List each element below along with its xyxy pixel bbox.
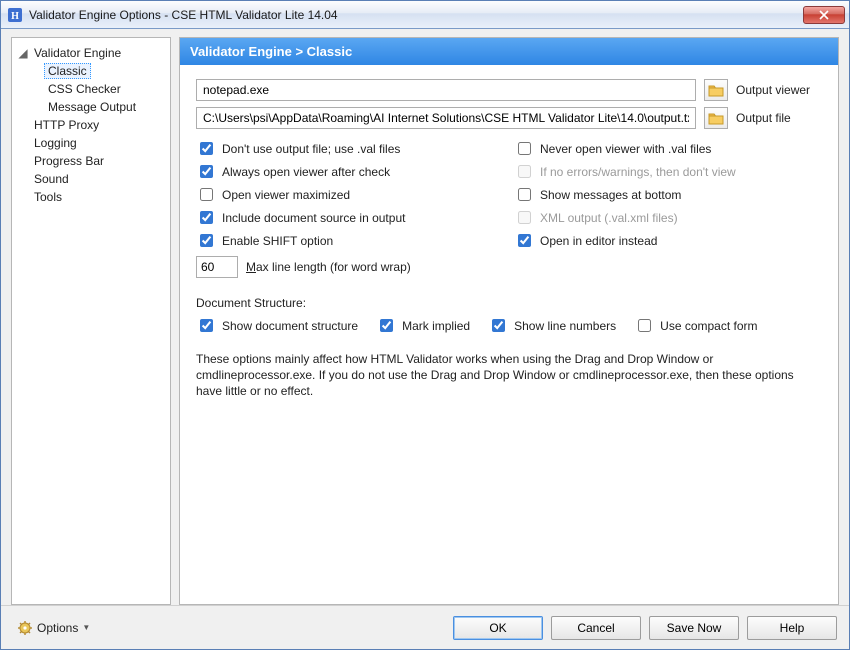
checkbox-label: Always open viewer after check: [222, 163, 390, 181]
checkbox-show-line-nums[interactable]: Show line numbers: [488, 316, 616, 335]
checkbox-if-no-errors: If no errors/warnings, then don't view: [514, 162, 822, 181]
dialog-body: ◢Validator Engine ·Classic ·CSS Checker …: [1, 29, 849, 605]
tree-item-sound[interactable]: ·Sound: [18, 170, 166, 188]
output-viewer-input[interactable]: [196, 79, 696, 101]
checkbox-label: Use compact form: [660, 317, 757, 335]
gear-icon: [17, 620, 33, 636]
checkbox-input[interactable]: [492, 319, 505, 332]
checkbox-label: Show messages at bottom: [540, 186, 681, 204]
browse-output-viewer-button[interactable]: [704, 79, 728, 101]
checkbox-input[interactable]: [200, 188, 213, 201]
checkbox-xml-output: XML output (.val.xml files): [514, 208, 822, 227]
checkbox-open-in-editor[interactable]: Open in editor instead: [514, 231, 822, 250]
checkbox-input: [518, 211, 531, 224]
svg-text:H: H: [11, 11, 19, 22]
checkbox-dont-use-output-file[interactable]: Don't use output file; use .val files: [196, 139, 504, 158]
tree-item-classic[interactable]: ·Classic: [32, 62, 166, 80]
checkbox-label: Open in editor instead: [540, 232, 657, 250]
checkbox-label: Enable SHIFT option: [222, 232, 333, 250]
checkbox-label: Open viewer maximized: [222, 186, 350, 204]
ok-button[interactable]: OK: [453, 616, 543, 640]
tree-item-tools[interactable]: ·Tools: [18, 188, 166, 206]
output-file-label: Output file: [736, 111, 822, 125]
checkbox-label: Don't use output file; use .val files: [222, 140, 400, 158]
max-line-length-label: Max line length (for word wrap): [246, 260, 411, 274]
tree-item-validator-engine[interactable]: ◢Validator Engine ·Classic ·CSS Checker …: [18, 44, 166, 116]
options-grid: Don't use output file; use .val files Nev…: [196, 139, 822, 250]
checkbox-input[interactable]: [200, 234, 213, 247]
cancel-button[interactable]: Cancel: [551, 616, 641, 640]
checkbox-label: Include document source in output: [222, 209, 405, 227]
tree-item-progress-bar[interactable]: ·Progress Bar: [18, 152, 166, 170]
output-file-input[interactable]: [196, 107, 696, 129]
output-viewer-row: Output viewer: [196, 79, 822, 101]
nav-tree: ◢Validator Engine ·Classic ·CSS Checker …: [16, 44, 166, 206]
checkbox-always-open-viewer[interactable]: Always open viewer after check: [196, 162, 504, 181]
breadcrumb: Validator Engine > Classic: [180, 38, 838, 65]
checkbox-label: Show line numbers: [514, 317, 616, 335]
checkbox-input[interactable]: [200, 142, 213, 155]
checkbox-show-doc-struct[interactable]: Show document structure: [196, 316, 358, 335]
help-button[interactable]: Help: [747, 616, 837, 640]
checkbox-label: Never open viewer with .val files: [540, 140, 711, 158]
checkbox-label: Mark implied: [402, 317, 470, 335]
options-note: These options mainly affect how HTML Val…: [196, 351, 822, 400]
checkbox-label: Show document structure: [222, 317, 358, 335]
titlebar: H Validator Engine Options - CSE HTML Va…: [1, 1, 849, 29]
checkbox-input[interactable]: [200, 211, 213, 224]
doc-structure-row: Show document structure Mark implied Show …: [196, 316, 822, 335]
tree-item-logging[interactable]: ·Logging: [18, 134, 166, 152]
checkbox-mark-implied[interactable]: Mark implied: [376, 316, 470, 335]
checkbox-input[interactable]: [200, 319, 213, 332]
checkbox-use-compact[interactable]: Use compact form: [634, 316, 757, 335]
checkbox-input[interactable]: [200, 165, 213, 178]
checkbox-never-open-val[interactable]: Never open viewer with .val files: [514, 139, 822, 158]
chevron-down-icon[interactable]: ◢: [18, 44, 28, 62]
chevron-down-icon: ▼: [82, 623, 90, 632]
options-menu-label: Options: [37, 621, 78, 635]
tree-item-message-output[interactable]: ·Message Output: [32, 98, 166, 116]
checkbox-enable-shift[interactable]: Enable SHIFT option: [196, 231, 504, 250]
settings-content: Output viewer Output file Don't use outp…: [180, 65, 838, 604]
dialog-window: H Validator Engine Options - CSE HTML Va…: [0, 0, 850, 650]
save-now-button[interactable]: Save Now: [649, 616, 739, 640]
settings-pane: Validator Engine > Classic Output viewer…: [179, 37, 839, 605]
checkbox-include-doc-source[interactable]: Include document source in output: [196, 208, 504, 227]
tree-item-http-proxy[interactable]: ·HTTP Proxy: [18, 116, 166, 134]
tree-pane: ◢Validator Engine ·Classic ·CSS Checker …: [11, 37, 171, 605]
tree-item-css-checker[interactable]: ·CSS Checker: [32, 80, 166, 98]
checkbox-input[interactable]: [518, 142, 531, 155]
app-icon: H: [7, 7, 23, 23]
output-viewer-label: Output viewer: [736, 83, 822, 97]
window-title: Validator Engine Options - CSE HTML Vali…: [29, 8, 803, 22]
checkbox-input[interactable]: [518, 234, 531, 247]
checkbox-label: If no errors/warnings, then don't view: [540, 163, 736, 181]
max-line-length-row: Max line length (for word wrap): [196, 256, 822, 278]
dialog-footer: Options ▼ OK Cancel Save Now Help: [1, 605, 849, 649]
checkbox-open-viewer-max[interactable]: Open viewer maximized: [196, 185, 504, 204]
checkbox-show-msgs-bottom[interactable]: Show messages at bottom: [514, 185, 822, 204]
checkbox-input[interactable]: [638, 319, 651, 332]
checkbox-input[interactable]: [380, 319, 393, 332]
output-file-row: Output file: [196, 107, 822, 129]
checkbox-input[interactable]: [518, 188, 531, 201]
checkbox-input: [518, 165, 531, 178]
browse-output-file-button[interactable]: [704, 107, 728, 129]
options-menu-button[interactable]: Options ▼: [13, 618, 94, 638]
max-line-length-input[interactable]: [196, 256, 238, 278]
doc-structure-heading: Document Structure:: [196, 296, 822, 310]
close-button[interactable]: [803, 6, 845, 24]
checkbox-label: XML output (.val.xml files): [540, 209, 678, 227]
